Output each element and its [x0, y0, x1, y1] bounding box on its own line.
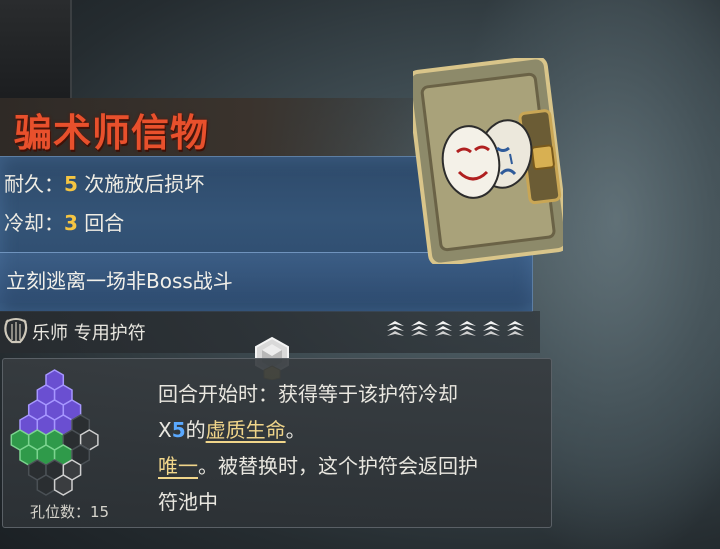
- passive-line-1: 回合开始时：获得等于该护符冷却: [158, 382, 458, 406]
- keyword-ethereal-health[interactable]: 虚质生命: [206, 418, 286, 442]
- durability-value: 5: [64, 172, 78, 196]
- class-label: 乐师 专用护符: [32, 323, 146, 344]
- durability-stat: 耐久：5 次施放后损坏: [4, 168, 204, 197]
- rank-chevron-icon: [411, 321, 428, 336]
- background-pillar: [0, 0, 72, 110]
- passive-line-3-rest: 。被替换时，这个护符会返回护: [198, 454, 478, 478]
- slot-count: 孔位数：15: [30, 501, 109, 522]
- cooldown-stat: 冷却：3 回合: [4, 207, 124, 236]
- rank-chevron-icon: [459, 321, 476, 336]
- durability-label: 耐久：: [4, 172, 64, 196]
- hex-socket: [53, 474, 73, 496]
- passive-line-4: 符池中: [158, 490, 218, 514]
- multiplier-value: 5: [171, 418, 186, 442]
- theater-masks-card: [413, 58, 563, 264]
- rank-chevron-icon: [483, 321, 500, 336]
- lyre-icon: [4, 318, 28, 344]
- durability-suffix: 次施放后损坏: [77, 172, 205, 196]
- slot-count-value: 15: [90, 503, 110, 521]
- hex-socket: [36, 474, 56, 496]
- cooldown-value: 3: [64, 211, 78, 235]
- rank-chevron-icon: [387, 321, 404, 336]
- slot-count-label: 孔位数：: [30, 503, 91, 521]
- effect-text: 立刻逃离一场非Boss战斗: [6, 269, 233, 293]
- passive-line-2-mid: 的: [185, 418, 206, 442]
- multiplier-prefix: X: [158, 418, 172, 442]
- rank-row: [385, 318, 526, 339]
- cooldown-label: 冷却：: [4, 211, 64, 235]
- item-title: 骗术师信物: [14, 110, 210, 155]
- rank-chevron-icon: [435, 321, 452, 336]
- passive-description: 回合开始时：获得等于该护符冷却 X5的虚质生命。 唯一。被替换时，这个护符会返回…: [158, 376, 543, 520]
- cooldown-suffix: 回合: [77, 211, 125, 235]
- passive-line-3: 唯一。被替换时，这个护符会返回护: [158, 448, 543, 484]
- rank-chevron-icon: [507, 321, 524, 336]
- passive-line-2-end: 。: [285, 418, 306, 442]
- keyword-unique[interactable]: 唯一: [158, 454, 198, 478]
- passive-line-2: X5的虚质生命。: [158, 412, 543, 448]
- socket-hex-grid: [10, 369, 99, 496]
